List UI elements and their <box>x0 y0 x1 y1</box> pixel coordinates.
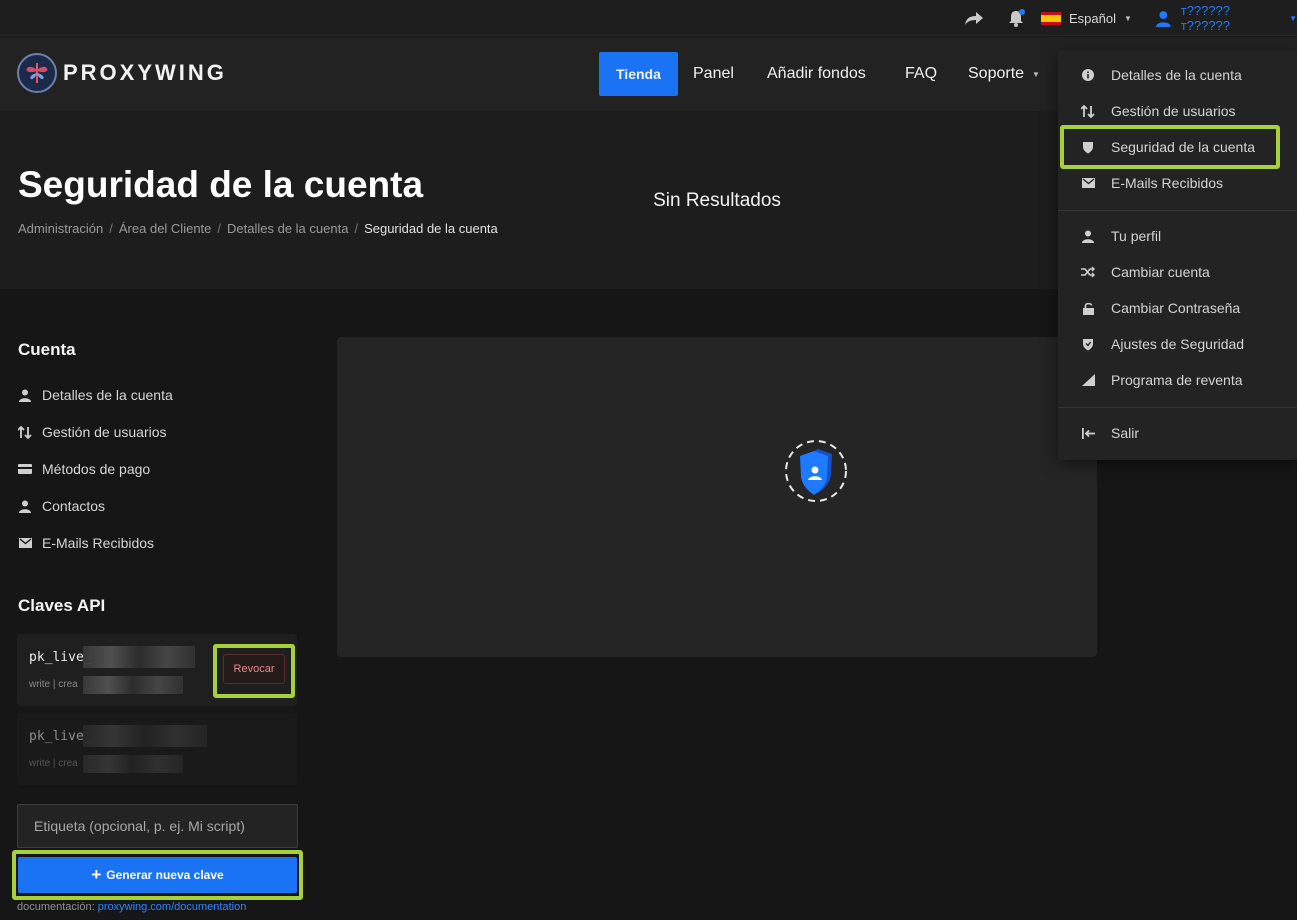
breadcrumb-current: Seguridad de la cuenta <box>364 221 498 236</box>
menu-item-cambiar-contrasena[interactable]: Cambiar Contraseña <box>1058 293 1297 323</box>
arrows-updown-icon <box>18 425 32 439</box>
brand-name: PROXYWING <box>63 60 227 85</box>
menu-item-gestion-usuarios[interactable]: Gestión de usuarios <box>1058 96 1297 126</box>
sidebar-item-label: Gestión de usuarios <box>42 424 167 440</box>
arrows-updown-icon <box>1081 104 1095 118</box>
chevron-down-icon: ▼ <box>1032 69 1040 79</box>
nav-panel[interactable]: Panel <box>693 52 734 96</box>
menu-item-label: Salir <box>1111 425 1140 441</box>
documentation-note: documentación: proxywing.com/documentati… <box>17 901 246 913</box>
top-utility-bar: Español ▼ т?????? т?????? ▼ <box>0 0 1297 36</box>
menu-divider <box>1058 407 1297 408</box>
api-key-card: pk_live_ write | crea <box>17 713 297 785</box>
menu-item-label: Cambiar Contraseña <box>1111 300 1241 316</box>
shuffle-icon <box>1081 266 1095 278</box>
lock-icon <box>1081 302 1095 315</box>
sidebar-item-metodos-pago[interactable]: Métodos de pago <box>18 459 150 479</box>
user-menu-toggle[interactable]: т?????? т?????? ▼ <box>1155 0 1297 36</box>
shield-user-icon <box>784 439 848 503</box>
empty-state-text: Sin Resultados <box>653 190 781 211</box>
chevron-down-icon: ▼ <box>1289 13 1297 23</box>
sidebar-heading-claves-api: Claves API <box>18 596 106 615</box>
nav-tienda[interactable]: Tienda <box>599 52 678 96</box>
menu-item-label: Tu perfil <box>1111 228 1162 244</box>
plus-icon: + <box>91 865 102 884</box>
revoke-highlight: Revocar <box>213 644 295 698</box>
breadcrumb-item[interactable]: Detalles de la cuenta <box>227 221 348 236</box>
share-arrow-icon[interactable] <box>963 0 985 36</box>
sidebar-heading-cuenta: Cuenta <box>18 340 76 359</box>
nav-soporte[interactable]: Soporte ▼ <box>968 52 1040 96</box>
card-icon <box>18 464 32 474</box>
language-label: Español <box>1069 10 1116 26</box>
sidebar-item-gestion-usuarios[interactable]: Gestión de usuarios <box>18 422 167 442</box>
menu-item-label: Detalles de la cuenta <box>1111 67 1242 83</box>
generate-highlight: + Generar nueva clave <box>12 850 303 900</box>
breadcrumb-item[interactable]: Área del Cliente <box>119 221 212 236</box>
user-dropdown-menu: Detalles de la cuenta Gestión de usuario… <box>1058 50 1297 460</box>
redacted-key-value <box>83 725 207 747</box>
menu-item-ajustes-seguridad[interactable]: Ajustes de Seguridad <box>1058 329 1297 359</box>
sidebar-item-label: Métodos de pago <box>42 461 151 477</box>
menu-item-tu-perfil[interactable]: Tu perfil <box>1058 221 1297 251</box>
signal-icon <box>1081 374 1095 386</box>
nav-faq[interactable]: FAQ <box>905 52 937 96</box>
language-selector[interactable]: Español ▼ <box>1041 0 1132 36</box>
security-panel <box>337 337 1097 657</box>
api-key-card: pk_live_ write | crea Revocar <box>17 634 297 706</box>
logo-badge-icon <box>17 53 57 93</box>
breadcrumb-separator: / <box>109 221 113 236</box>
sidebar-item-contactos[interactable]: Contactos <box>18 496 105 516</box>
menu-item-label: Cambiar cuenta <box>1111 264 1210 280</box>
breadcrumb-separator: / <box>354 221 359 236</box>
menu-item-label: Programa de reventa <box>1111 372 1243 388</box>
redacted-key-meta <box>83 676 183 694</box>
sidebar-item-label: Detalles de la cuenta <box>42 387 173 403</box>
menu-item-salir[interactable]: Salir <box>1058 418 1297 448</box>
documentation-link[interactable]: proxywing.com/documentation <box>98 901 247 913</box>
brand-logo[interactable]: PROXYWING <box>17 53 227 93</box>
user-icon <box>1081 230 1095 243</box>
breadcrumb: Administración / Área del Cliente / Deta… <box>18 221 498 236</box>
revoke-button[interactable]: Revocar <box>223 654 285 684</box>
menu-item-emails[interactable]: E-Mails Recibidos <box>1058 168 1297 198</box>
sidebar-item-emails[interactable]: E-Mails Recibidos <box>18 533 154 553</box>
mail-icon <box>1081 178 1095 188</box>
menu-item-detalles-cuenta[interactable]: Detalles de la cuenta <box>1058 60 1297 90</box>
key-label-input[interactable] <box>17 804 298 848</box>
redacted-key-value <box>83 646 195 668</box>
breadcrumb-item[interactable]: Administración <box>18 221 103 236</box>
sidebar-item-detalles[interactable]: Detalles de la cuenta <box>18 385 173 405</box>
user-name: т?????? т?????? <box>1180 3 1231 33</box>
logout-icon <box>1081 427 1095 439</box>
security-menu-highlight <box>1060 125 1280 169</box>
menu-item-label: Ajustes de Seguridad <box>1111 336 1245 352</box>
shield-icon <box>1081 338 1095 351</box>
menu-divider <box>1058 210 1297 211</box>
user-icon <box>18 500 32 513</box>
generate-key-button[interactable]: + Generar nueva clave <box>18 857 297 893</box>
generate-key-label: Generar nueva clave <box>106 868 224 882</box>
spain-flag-icon <box>1041 11 1061 25</box>
doc-prefix: documentación: <box>17 901 95 913</box>
sidebar-item-label: E-Mails Recibidos <box>42 535 155 551</box>
menu-item-cambiar-cuenta[interactable]: Cambiar cuenta <box>1058 257 1297 287</box>
app-root: Español ▼ т?????? т?????? ▼ PROXYWING Ti… <box>0 0 1297 920</box>
nav-soporte-label: Soporte <box>968 65 1025 82</box>
menu-item-label: Gestión de usuarios <box>1111 103 1236 119</box>
nav-anadir-fondos[interactable]: Añadir fondos <box>767 52 866 96</box>
sidebar-item-label: Contactos <box>42 498 106 514</box>
chevron-down-icon: ▼ <box>1123 13 1132 23</box>
api-key-meta: write | crea <box>29 679 78 690</box>
breadcrumb-separator: / <box>217 221 222 236</box>
api-key-meta: write | crea <box>29 758 78 769</box>
mail-icon <box>18 538 32 548</box>
menu-item-label: E-Mails Recibidos <box>1111 175 1224 191</box>
info-icon <box>1081 69 1095 81</box>
menu-item-programa-reventa[interactable]: Programa de reventa <box>1058 365 1297 395</box>
user-icon <box>18 389 32 402</box>
user-icon <box>1155 10 1171 27</box>
bell-icon[interactable] <box>1006 0 1026 36</box>
redacted-key-meta <box>83 755 183 773</box>
